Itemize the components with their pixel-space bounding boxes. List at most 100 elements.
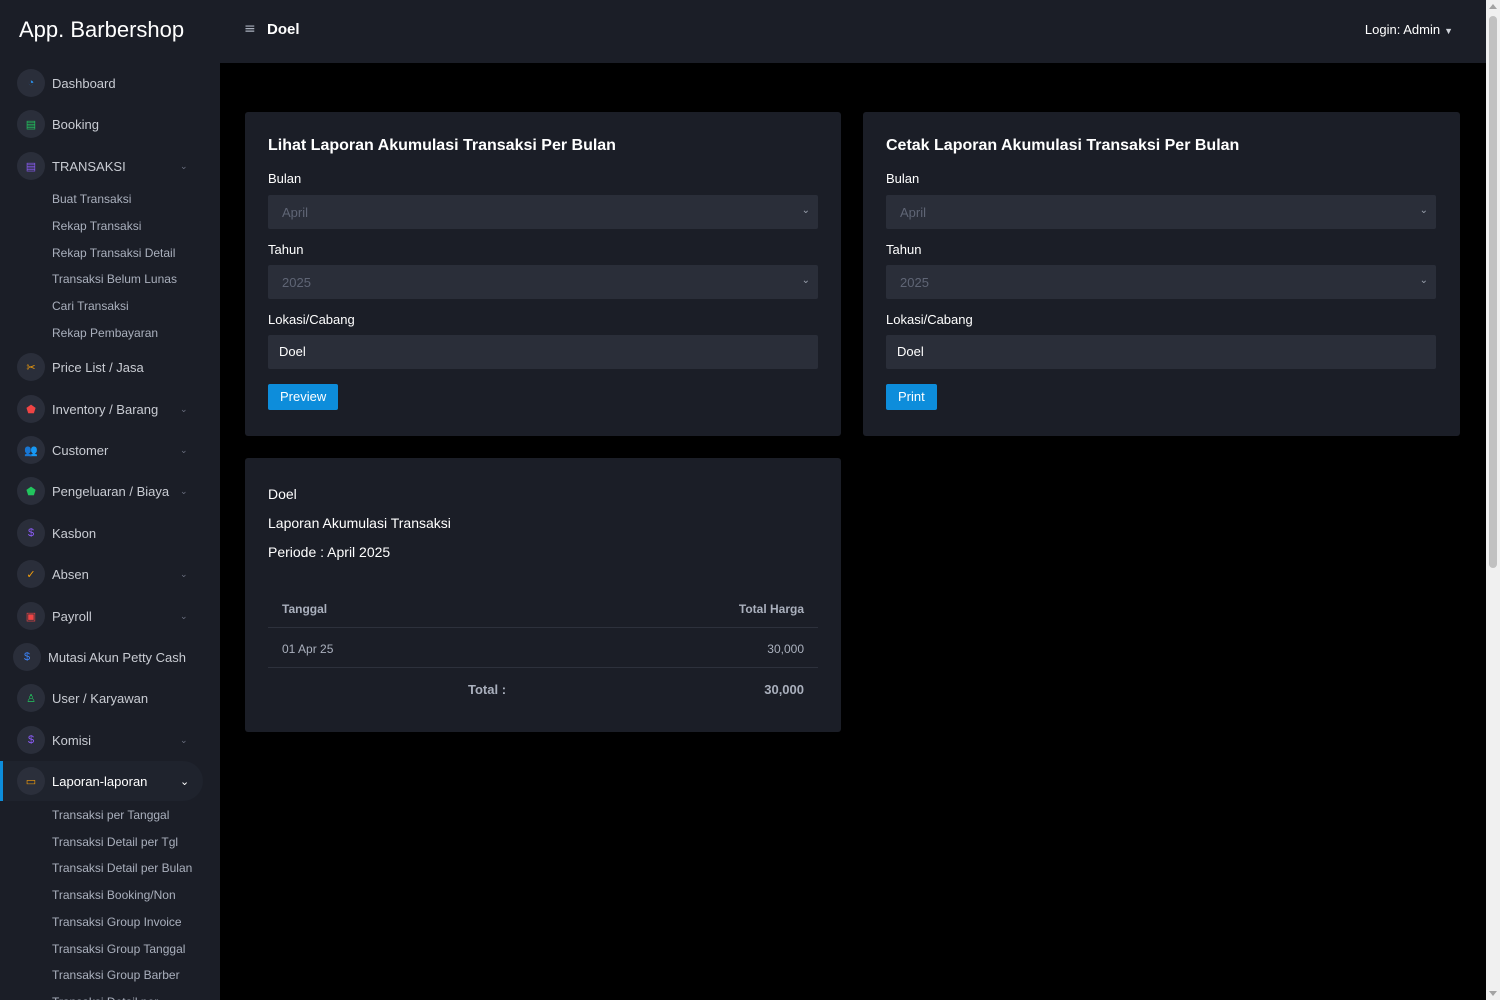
login-label: Login: Admin xyxy=(1364,22,1441,37)
login-dropdown[interactable]: Login: Admin ▼ xyxy=(1365,22,1453,37)
scroll-down-icon[interactable] xyxy=(1489,991,1497,996)
sidebar-item-price-list-jasa[interactable]: ✂ Price List / Jasa xyxy=(0,347,220,387)
tahun-select[interactable]: 2025 ⌄ xyxy=(886,265,1436,299)
lokasi-label: Lokasi/Cabang xyxy=(886,312,973,327)
users-icon: 👥 xyxy=(17,436,45,464)
chevron-down-icon: ⌄ xyxy=(1419,275,1428,286)
report-location: Doel xyxy=(268,486,297,502)
lokasi-field[interactable]: Doel xyxy=(886,335,1436,369)
bulan-select[interactable]: April ⌄ xyxy=(268,195,818,229)
transaksi-icon: ▤ xyxy=(17,152,45,180)
booking-icon: ▤ xyxy=(17,110,45,138)
sidebar-subitem[interactable]: Transaksi Detail per Tgl xyxy=(52,835,178,849)
sidebar-item-payroll[interactable]: ▣ Payroll ⌄ xyxy=(0,596,220,636)
sidebar-subitem[interactable]: Cari Transaksi xyxy=(52,299,129,313)
report-title: Laporan Akumulasi Transaksi xyxy=(268,515,451,531)
sidebar-item-pengeluaran-biaya[interactable]: ⬟ Pengeluaran / Biaya ⌄ xyxy=(0,471,220,511)
scissors-icon: ✂ xyxy=(17,353,45,381)
app-brand[interactable]: App. Barbershop xyxy=(19,17,184,43)
sidebar-item-label: User / Karyawan xyxy=(52,690,149,706)
sidebar-subitem[interactable]: Rekap Pembayaran xyxy=(52,326,158,340)
sidebar: ◔ Dashboard ▤ Booking ▤ TRANSAKSI ⌄ ✂ Price List… xyxy=(0,63,220,1000)
sidebar-subitem[interactable]: Buat Transaksi xyxy=(52,192,131,206)
tahun-value: 2025 xyxy=(900,275,929,290)
scroll-up-icon[interactable] xyxy=(1489,4,1497,9)
chevron-down-icon: ⌄ xyxy=(180,444,188,455)
sidebar-item-label: Booking xyxy=(52,116,99,132)
sidebar-item-label: Laporan-laporan xyxy=(52,773,148,789)
sidebar-item-label: Absen xyxy=(52,566,89,582)
card-title: Lihat Laporan Akumulasi Transaksi Per Bu… xyxy=(268,137,616,154)
sidebar-item-label: Price List / Jasa xyxy=(52,359,144,375)
table-total-row: Total : 30,000 xyxy=(268,668,818,708)
tahun-label: Tahun xyxy=(268,242,304,257)
laptop-icon: ▭ xyxy=(17,767,45,795)
preview-button[interactable]: Preview xyxy=(268,384,339,410)
sidebar-subitem[interactable]: Transaksi Detail per... xyxy=(52,995,168,1000)
sidebar-item-dashboard[interactable]: ◔ Dashboard xyxy=(0,63,220,103)
sidebar-item-customer[interactable]: 👥 Customer ⌄ xyxy=(0,430,220,470)
table-header: Tanggal Total Harga xyxy=(268,588,818,628)
chevron-down-icon: ⌄ xyxy=(801,275,810,286)
chevron-down-icon: ⌄ xyxy=(180,610,188,621)
col-total-harga: Total Harga xyxy=(738,602,804,616)
money-icon: $ xyxy=(17,726,45,754)
sidebar-item-transaksi[interactable]: ▤ TRANSAKSI ⌄ xyxy=(0,146,220,186)
sidebar-item-inventory-barang[interactable]: ⬟ Inventory / Barang ⌄ xyxy=(0,389,220,429)
sidebar-item-label: Komisi xyxy=(52,732,92,748)
sidebar-subitem[interactable]: Transaksi Belum Lunas xyxy=(52,272,177,286)
sidebar-subitem[interactable]: Transaksi Group Tanggal xyxy=(52,942,185,956)
bulan-label: Bulan xyxy=(268,171,302,186)
report-period: Periode : April 2025 xyxy=(268,544,391,560)
current-location: Doel xyxy=(267,21,300,38)
sidebar-item-label: Inventory / Barang xyxy=(52,401,159,417)
lokasi-field[interactable]: Doel xyxy=(268,335,818,369)
chevron-down-icon: ⌄ xyxy=(180,160,188,171)
sidebar-subitem[interactable]: Transaksi Booking/Non xyxy=(52,888,176,902)
page-scrollbar[interactable] xyxy=(1486,0,1500,1000)
report-card: Doel Laporan Akumulasi Transaksi Periode… xyxy=(245,458,841,732)
sidebar-subitem[interactable]: Rekap Transaksi Detail xyxy=(52,246,175,260)
print-button[interactable]: Print xyxy=(886,384,937,410)
top-navbar: App. Barbershop ≡ Doel Login: Admin ▼ xyxy=(0,0,1486,63)
shield-icon: ⬟ xyxy=(17,395,45,423)
scrollbar-thumb[interactable] xyxy=(1489,16,1497,568)
sidebar-subitem[interactable]: Transaksi Group Invoice xyxy=(52,915,182,929)
menu-toggle-icon[interactable]: ≡ xyxy=(244,21,256,37)
bulan-select[interactable]: April ⌄ xyxy=(886,195,1436,229)
caret-down-icon: ▼ xyxy=(1444,26,1453,36)
money-icon: $ xyxy=(17,519,45,547)
chevron-down-icon: ⌄ xyxy=(180,734,188,745)
dashboard-icon: ◔ xyxy=(17,69,45,97)
payroll-icon: ▣ xyxy=(17,602,45,630)
sidebar-item-booking[interactable]: ▤ Booking xyxy=(0,104,220,144)
total-label: Total : xyxy=(468,682,507,697)
sidebar-subitem[interactable]: Transaksi Group Barber xyxy=(52,968,180,982)
lokasi-label: Lokasi/Cabang xyxy=(268,312,355,327)
sidebar-item-kasbon[interactable]: $ Kasbon xyxy=(0,513,220,553)
tahun-select[interactable]: 2025 ⌄ xyxy=(268,265,818,299)
sidebar-item-absen[interactable]: ✓ Absen ⌄ xyxy=(0,554,220,594)
sidebar-item-label: Kasbon xyxy=(52,525,97,541)
sidebar-item-user-karyawan[interactable]: ♙ User / Karyawan xyxy=(0,678,220,718)
sidebar-item-label: Pengeluaran / Biaya xyxy=(52,483,170,499)
sidebar-item-laporan-laporan[interactable]: ▭ Laporan-laporan ⌄ xyxy=(0,761,220,801)
bulan-value: April xyxy=(282,205,309,220)
total-value: 30,000 xyxy=(764,682,804,697)
chevron-down-icon: ⌄ xyxy=(801,205,810,216)
sidebar-subitem[interactable]: Transaksi Detail per Bulan xyxy=(52,861,192,875)
sidebar-subitem[interactable]: Transaksi per Tanggal xyxy=(52,808,169,822)
sidebar-item-komisi[interactable]: $ Komisi ⌄ xyxy=(0,720,220,760)
table-row: 01 Apr 25 30,000 xyxy=(268,628,818,668)
user-icon: ♙ xyxy=(17,684,45,712)
print-report-card: Cetak Laporan Akumulasi Transaksi Per Bu… xyxy=(863,112,1460,436)
sidebar-item-mutasi-akun-petty-cash[interactable]: $ Mutasi Akun Petty Cash xyxy=(0,637,220,677)
sidebar-item-label: TRANSAKSI xyxy=(52,158,126,174)
card-title: Cetak Laporan Akumulasi Transaksi Per Bu… xyxy=(886,137,1240,154)
tahun-value: 2025 xyxy=(282,275,311,290)
sidebar-subitem[interactable]: Rekap Transaksi xyxy=(52,219,141,233)
col-tanggal: Tanggal xyxy=(282,602,328,616)
row-date: 01 Apr 25 xyxy=(282,642,334,656)
report-table: Tanggal Total Harga 01 Apr 25 30,000 Tot… xyxy=(268,588,818,708)
chevron-down-icon: ⌄ xyxy=(180,485,188,496)
